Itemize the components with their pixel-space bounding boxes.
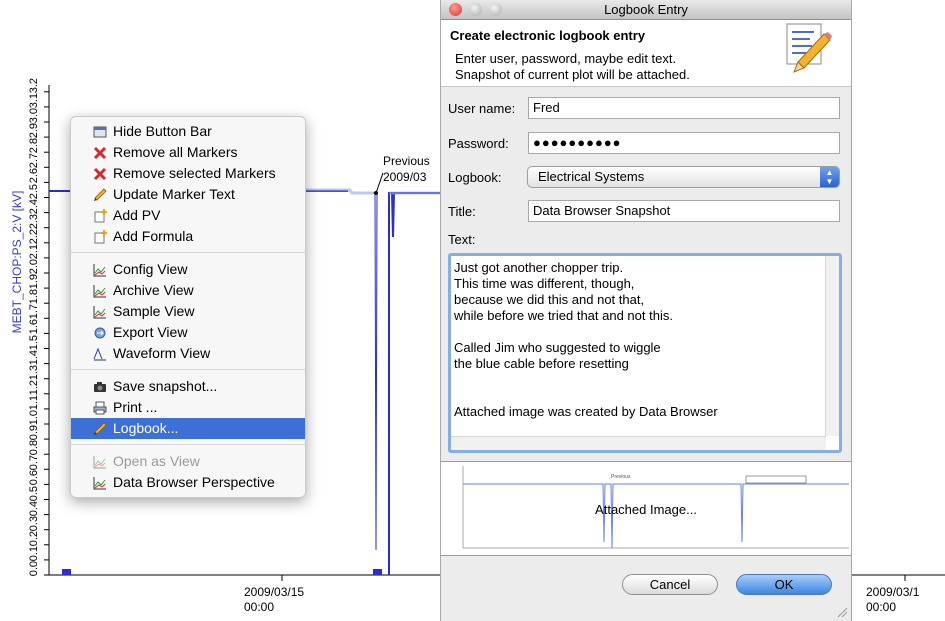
vertical-scrollbar[interactable] bbox=[825, 256, 839, 436]
dialog-titlebar[interactable]: Logbook Entry bbox=[441, 0, 851, 20]
menu-item-print[interactable]: Print ... bbox=[71, 397, 305, 418]
menu-item-remove-selected-markers[interactable]: Remove selected Markers bbox=[71, 163, 305, 184]
y-axis-label: MEBT_CHOP:PS_2:V [kV] bbox=[10, 190, 24, 334]
chart-icon bbox=[93, 454, 107, 469]
menu-item-label: Save snapshot... bbox=[113, 378, 218, 394]
menu-item-logbook[interactable]: Logbook... bbox=[71, 418, 305, 439]
dialog-title: Logbook Entry bbox=[604, 2, 688, 17]
ok-button[interactable]: OK bbox=[736, 574, 832, 595]
svg-text:Previous: Previous bbox=[611, 474, 631, 480]
menu-separator bbox=[71, 369, 305, 370]
menu-item-archive-view[interactable]: Archive View bbox=[71, 280, 305, 301]
title-label: Title: bbox=[448, 204, 476, 219]
logbook-selected-value: Electrical Systems bbox=[538, 169, 645, 184]
menu-item-label: Config View bbox=[113, 261, 188, 277]
waveform-icon bbox=[93, 346, 107, 361]
title-field[interactable]: Data Browser Snapshot bbox=[528, 200, 840, 222]
menu-separator bbox=[71, 444, 305, 445]
menu-item-label: Print ... bbox=[113, 399, 158, 415]
minimize-icon[interactable] bbox=[469, 3, 482, 16]
pencil-icon bbox=[93, 421, 107, 435]
user-name-label: User name: bbox=[448, 101, 516, 116]
menu-item-label: Export View bbox=[113, 324, 188, 340]
menu-item-label: Update Marker Text bbox=[113, 186, 235, 202]
zoom-icon[interactable] bbox=[489, 3, 502, 16]
cancel-button[interactable]: Cancel bbox=[622, 574, 718, 595]
camera-icon bbox=[93, 379, 107, 393]
menu-item-label: Archive View bbox=[113, 282, 194, 298]
menu-item-label: Hide Button Bar bbox=[113, 123, 212, 139]
marker-label[interactable]: Previous 2009/03 bbox=[383, 153, 430, 185]
chart-icon bbox=[93, 304, 107, 319]
select-arrows-icon: ▲ ▼ bbox=[820, 167, 839, 187]
chart-icon bbox=[93, 283, 107, 298]
chart-icon bbox=[93, 475, 107, 490]
menu-item-add-formula[interactable]: Add Formula bbox=[71, 226, 305, 247]
menu-item-remove-all-markers[interactable]: Remove all Markers bbox=[71, 142, 305, 163]
password-field[interactable]: ●●●●●●●●●● bbox=[528, 132, 840, 154]
menu-item-label: Open as View bbox=[113, 453, 200, 469]
menu-item-hide-button-bar[interactable]: Hide Button Bar bbox=[71, 121, 305, 142]
x-tick-label: 2009/03/15 00:00 bbox=[244, 585, 305, 614]
add-icon bbox=[93, 229, 107, 244]
marker-pointer bbox=[375, 172, 384, 194]
user-name-field[interactable]: Fred bbox=[528, 97, 840, 119]
close-icon[interactable] bbox=[449, 3, 462, 16]
add-icon bbox=[93, 208, 107, 223]
chart-icon bbox=[93, 262, 107, 277]
menu-item-label: Waveform View bbox=[113, 345, 211, 361]
text-label: Text: bbox=[448, 232, 476, 247]
red-x-icon bbox=[93, 166, 107, 181]
attached-image-label: Attached Image... bbox=[595, 502, 697, 517]
menu-item-label: Remove selected Markers bbox=[113, 165, 276, 181]
y-tick-label: 3.2 bbox=[28, 77, 40, 94]
logbook-select[interactable]: Electrical Systems ▲ ▼ bbox=[527, 166, 840, 188]
menu-item-waveform-view[interactable]: Waveform View bbox=[71, 343, 305, 364]
logbook-label: Logbook: bbox=[448, 170, 502, 185]
menu-item-data-browser-perspective[interactable]: Data Browser Perspective bbox=[71, 472, 305, 493]
menu-item-config-view[interactable]: Config View bbox=[71, 259, 305, 280]
attached-image-preview: Previous Attached Image... bbox=[441, 461, 851, 556]
password-label: Password: bbox=[448, 136, 509, 151]
resize-grip-icon[interactable] bbox=[836, 606, 848, 618]
menu-item-label: Sample View bbox=[113, 303, 195, 319]
logbook-pencil-icon bbox=[786, 23, 832, 73]
header-description: Enter user, password, maybe edit text. S… bbox=[455, 51, 690, 82]
pencil-icon bbox=[93, 187, 107, 201]
menu-item-label: Add PV bbox=[113, 207, 161, 223]
horizontal-scrollbar[interactable] bbox=[451, 436, 826, 450]
red-x-icon bbox=[93, 145, 107, 160]
menu-item-label: Logbook... bbox=[113, 420, 179, 436]
menu-item-add-pv[interactable]: Add PV bbox=[71, 205, 305, 226]
context-menu: Hide Button Bar Remove all Markers Remove … bbox=[70, 116, 306, 498]
text-area[interactable]: Just got another chopper trip. This time… bbox=[448, 253, 842, 453]
x-tick-label: 2009/03/1 00:00 bbox=[866, 585, 920, 614]
button-bar-icon bbox=[93, 124, 107, 138]
menu-item-label: Remove all Markers bbox=[113, 144, 238, 160]
logbook-dialog: Logbook Entry Create electronic logbook … bbox=[440, 0, 852, 621]
menu-item-export-view[interactable]: Export View bbox=[71, 322, 305, 343]
sample-block bbox=[373, 569, 382, 575]
menu-item-label: Data Browser Perspective bbox=[113, 474, 275, 490]
menu-item-update-marker-text[interactable]: Update Marker Text bbox=[71, 184, 305, 205]
menu-item-save-snapshot[interactable]: Save snapshot... bbox=[71, 376, 305, 397]
export-icon bbox=[93, 325, 107, 339]
menu-item-label: Add Formula bbox=[113, 228, 194, 244]
sample-block bbox=[62, 569, 71, 575]
header-title: Create electronic logbook entry bbox=[450, 28, 646, 43]
printer-icon bbox=[93, 400, 107, 415]
menu-separator bbox=[71, 252, 305, 253]
menu-item-sample-view[interactable]: Sample View bbox=[71, 301, 305, 322]
dialog-header: Create electronic logbook entry Enter us… bbox=[441, 20, 851, 87]
text-area-content: Just got another chopper trip. This time… bbox=[454, 260, 718, 419]
menu-item-open-as-view: Open as View bbox=[71, 451, 305, 472]
